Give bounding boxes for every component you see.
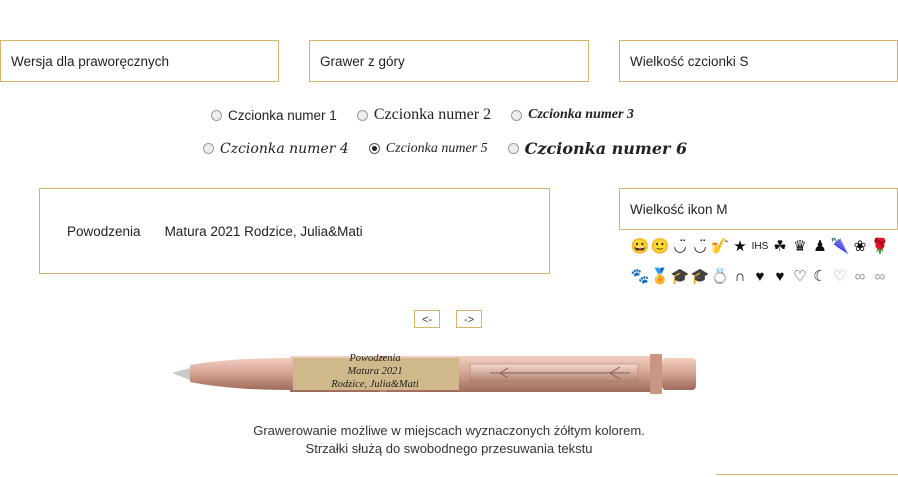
engraving-preview: Powodzenia Matura 2021 Rodzice, Julia&Ma… [292,352,458,392]
font-option-label: Czcionka numer 4 [220,140,349,157]
radio-checked-icon[interactable] [368,143,380,154]
icon-palette-row-1: 😀 🙂 ◡̈ ◡̈ 🎷 ★ IHS ☘ ♛ ♟ 🌂 ❀ 🌹 [630,233,898,261]
caption-line-1: Grawerowanie możliwe w miejscach wyznacz… [253,423,645,438]
preview-line-1: Powodzenia [349,353,401,364]
star-icon[interactable]: ★ [730,233,750,261]
radio-icon[interactable] [511,109,523,121]
horseshoe-icon[interactable]: ∩ [730,263,750,291]
hand-version-select[interactable]: Wersja dla praworęcznych [0,40,279,82]
font-option-label: Czcionka numer 1 [228,107,337,123]
paw-icon[interactable]: 🐾 [630,263,650,291]
infinity-icon[interactable]: ∞ [850,263,870,291]
rings-icon[interactable]: 💍 [710,263,730,291]
infinity-2-icon[interactable]: ∞ [870,263,890,291]
radio-icon[interactable] [203,143,214,154]
font-option-2[interactable]: Czcionka numer 2 [356,106,492,124]
preview-line-2: Matura 2021 [347,366,403,377]
heart-outline-icon[interactable]: ♡ [790,263,810,291]
font-option-1[interactable]: Czcionka numer 1 [211,108,337,123]
tie-icon[interactable]: 🌂 [830,233,850,261]
divider [716,474,898,475]
engrave-position-select[interactable]: Grawer z góry [309,40,589,82]
heart-icon[interactable]: ♥ [770,263,790,291]
font-option-label: Czcionka numer 6 [524,139,688,158]
radio-icon[interactable] [356,109,368,121]
ihs-icon[interactable]: IHS [750,233,770,261]
engrave-position-label: Grawer z góry [320,53,405,69]
graduation-cap-icon[interactable]: 🎓 [670,263,690,291]
grin-icon[interactable]: ◡̈ [670,233,690,261]
wink-icon[interactable]: ◡̈ [690,233,710,261]
caption-line-2: Strzałki służą do swobodnego przesuwania… [305,441,593,456]
clover-icon[interactable]: ☘ [770,233,790,261]
engraving-line-1: Powodzenia [67,223,141,239]
font-size-label: Wielkość czcionki S [630,53,749,69]
chess-icon[interactable]: ♟ [810,233,830,261]
smile-icon[interactable]: 🙂 [650,233,670,261]
font-radio-row-1: Czcionka numer 1 Czcionka numer 2 Czcion… [211,106,654,124]
heart-tilted-icon[interactable]: ♥ [750,263,770,291]
radio-icon[interactable] [507,143,519,154]
move-left-button[interactable]: <- [414,310,440,328]
font-radio-row-2: Czcionka numer 4 Czcionka numer 5 Czcion… [203,139,707,158]
icon-size-label: Wielkość ikon M [630,201,728,217]
rose-icon[interactable]: 🌹 [870,233,890,261]
icon-palette-row-2: 🐾 🏅 🎓 🎓 💍 ∩ ♥ ♥ ♡ ☾ ♡ ∞ ∞ [630,263,898,291]
font-option-label: Czcionka numer 2 [373,106,492,123]
font-size-select[interactable]: Wielkość czcionki S [619,40,898,82]
hand-version-label: Wersja dla praworęcznych [11,53,170,69]
icon-size-select[interactable]: Wielkość ikon M [619,188,898,230]
flower-icon[interactable]: ❀ [850,233,870,261]
moon-icon[interactable]: ☾ [810,263,830,291]
font-option-label: Czcionka numer 3 [528,107,634,122]
engraving-line-2: Matura 2021 Rodzice, Julia&Mati [164,223,363,239]
font-option-5[interactable]: Czcionka numer 5 [368,140,488,157]
graduation-cap-2-icon[interactable]: 🎓 [690,263,710,291]
saxophone-icon[interactable]: 🎷 [710,233,730,261]
font-option-4[interactable]: Czcionka numer 4 [203,141,349,157]
engraving-text-input[interactable]: Powodzenia Matura 2021 Rodzice, Julia&Ma… [39,188,550,274]
font-option-label: Czcionka numer 5 [385,140,488,156]
move-right-button[interactable]: -> [456,310,482,328]
crown-icon[interactable]: ♛ [790,233,810,261]
radio-icon[interactable] [211,109,222,121]
font-option-3[interactable]: Czcionka numer 3 [511,107,634,123]
preview-line-3: Rodzice, Julia&Mati [331,379,419,390]
medal-icon[interactable]: 🏅 [650,263,670,291]
smiley-icon[interactable]: 😀 [630,233,650,261]
heart-sketch-icon[interactable]: ♡ [830,263,850,291]
font-option-6[interactable]: Czcionka numer 6 [507,139,688,158]
